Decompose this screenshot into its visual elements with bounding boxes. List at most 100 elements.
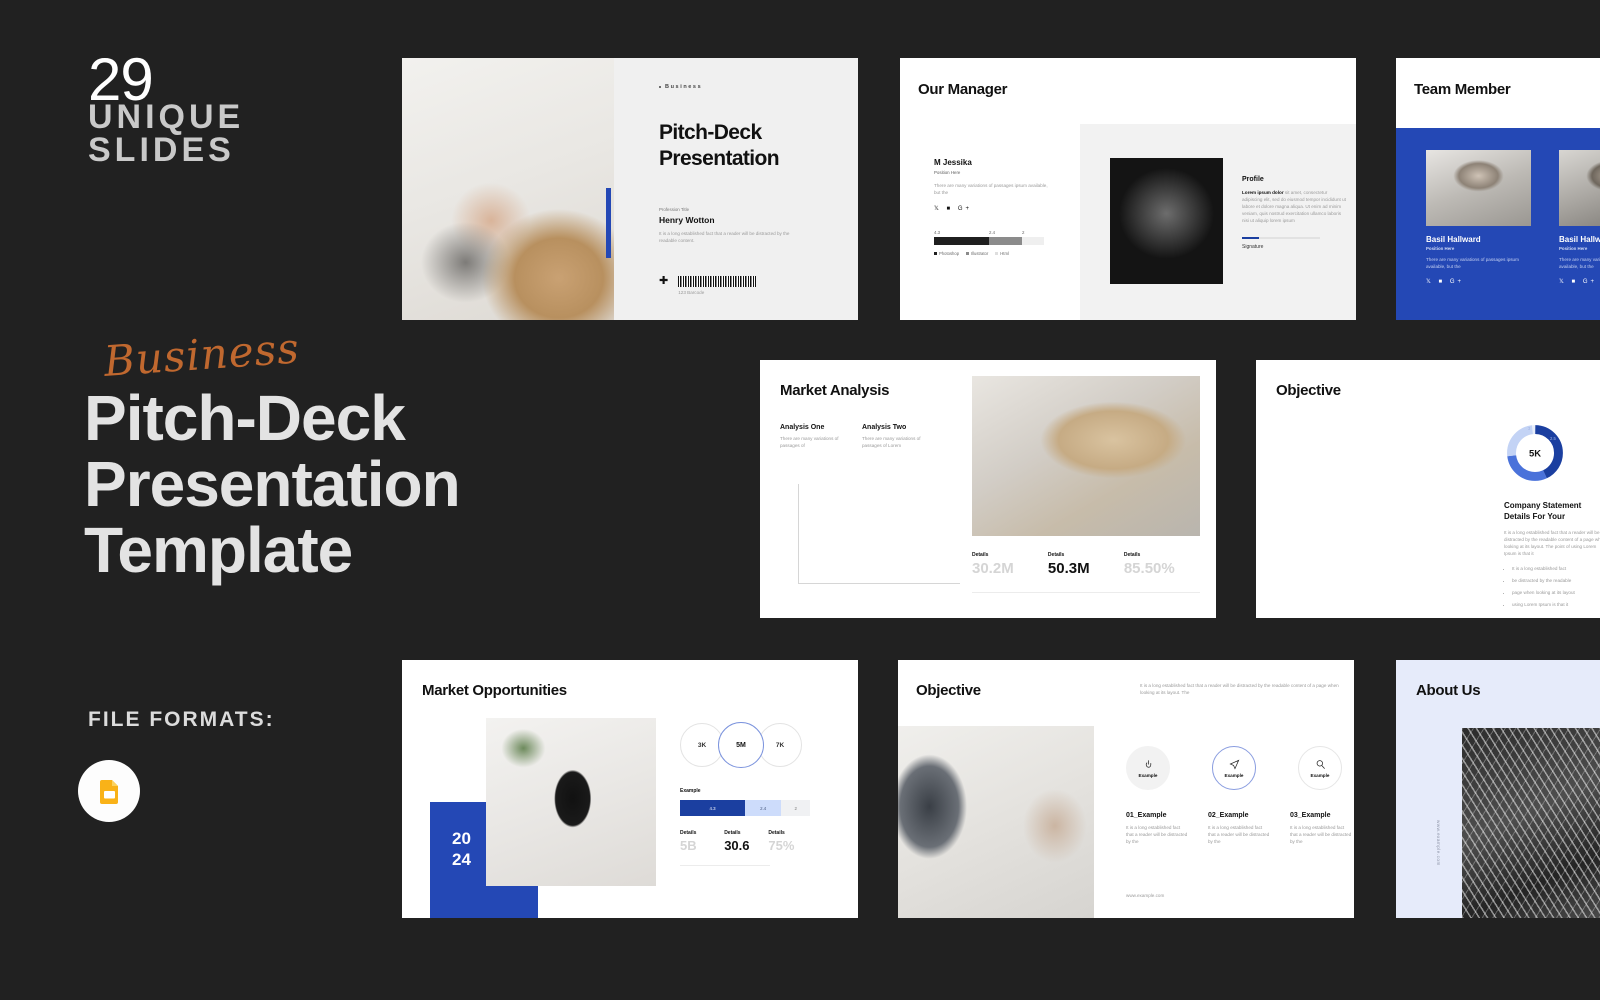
- twitter-icon[interactable]: 𝕏: [1426, 279, 1434, 285]
- twitter-icon[interactable]: 𝕏: [934, 206, 942, 212]
- cover-barcode-block: ✚ 123 Barcode: [659, 275, 757, 296]
- team-member-photo: [1559, 150, 1600, 226]
- detail-item-0: Details 5B: [680, 830, 724, 853]
- team-member-body-text: There are many variations of passages ip…: [1559, 257, 1600, 269]
- profile-body: Lorem ipsum dolor sit amet, consectetur …: [1242, 190, 1346, 223]
- twitter-icon[interactable]: 𝕏: [1559, 279, 1567, 285]
- slide-market-analysis[interactable]: Market Analysis Analysis One There are m…: [760, 360, 1216, 618]
- page-title-line3: Template: [84, 514, 353, 586]
- market-analysis-bar-chart: [780, 484, 960, 602]
- script-accent-word: Business: [102, 323, 301, 386]
- statement-line1: Company Statement: [1504, 501, 1582, 510]
- skill-segment-1: [989, 237, 1022, 245]
- google-plus-icon[interactable]: G+: [1450, 279, 1464, 285]
- detail-value: 5B: [680, 838, 697, 853]
- about-us-website-vertical: www.example.com: [1436, 820, 1441, 866]
- page-title-line2: Presentation: [84, 448, 461, 520]
- google-plus-icon[interactable]: G+: [1583, 279, 1597, 285]
- signature-track: [1242, 237, 1320, 239]
- our-manager-social-row[interactable]: 𝕏 ■ G+: [934, 205, 1054, 212]
- behance-icon[interactable]: ■: [947, 206, 954, 212]
- cover-title: Pitch-Deck Presentation: [659, 120, 780, 172]
- objective-donut-chart: 5K 3 2.5 4.3: [1504, 422, 1566, 489]
- opportunities-example-block: Example 4.3 2.4 2 Details 5B Details 30.…: [680, 788, 810, 866]
- donut-chart-icon: 5K: [1507, 425, 1563, 481]
- chart-y-axis: [780, 484, 796, 584]
- feature-circle-label: Example: [1224, 772, 1244, 778]
- example-label: Example: [680, 788, 701, 794]
- market-opportunities-title: Market Opportunities: [422, 682, 567, 699]
- statement-bullets: It is a long established fact be distrac…: [1504, 565, 1600, 608]
- cover-author-block: Profession Title Henry Wotton It is a lo…: [659, 206, 807, 244]
- detail-item-2: Details 85.50%: [1124, 552, 1200, 577]
- slide-team-member[interactable]: Team Member Basil Hallward Position Here…: [1396, 58, 1600, 320]
- feature-circle-2[interactable]: Example: [1298, 746, 1342, 790]
- detail-label: Details: [768, 830, 785, 836]
- year-line2: 24: [452, 850, 471, 869]
- bullet-0: It is a long established fact: [1512, 565, 1600, 572]
- about-us-photo: [1462, 728, 1600, 918]
- barcode-label: 123 Barcode: [678, 290, 705, 295]
- feature-circle-1[interactable]: Example: [1212, 746, 1256, 790]
- bullet-1: be distracted by the readable: [1512, 577, 1600, 584]
- cover-title-line1: Pitch-Deck: [659, 121, 762, 144]
- metric-circle-2[interactable]: 7K: [758, 723, 802, 767]
- plus-icon: ✚: [659, 275, 669, 287]
- skill-value-0: 4.3: [934, 230, 941, 235]
- statement-heading: Company Statement Details For Your: [1504, 500, 1600, 522]
- our-manager-portrait: [1110, 158, 1223, 284]
- google-slides-icon: [100, 780, 118, 804]
- bullet-2: page when looking at its layout: [1512, 589, 1600, 596]
- detail-item-0: Details 30.2M: [972, 552, 1048, 577]
- cover-role-label: Profession Title: [659, 207, 690, 212]
- feature-text-row: 01_Example It is a long established fact…: [1126, 812, 1352, 845]
- market-opportunities-photo: [486, 718, 656, 886]
- feature-circle-0[interactable]: Example: [1126, 746, 1170, 790]
- analysis-two-heading: Analysis Two: [862, 424, 907, 431]
- cover-title-line2: Presentation: [659, 147, 780, 170]
- slide-market-opportunities[interactable]: Market Opportunities 20 24 3K 5M 7K Exam…: [402, 660, 858, 918]
- donut-label-2: 4.3: [1548, 466, 1554, 471]
- team-member-card-0[interactable]: Basil Hallward Position Here There are m…: [1426, 150, 1531, 285]
- feature-text-1: 02_Example It is a long established fact…: [1208, 812, 1270, 845]
- team-member-body: Basil Hallward Position Here There are m…: [1396, 128, 1600, 320]
- year-line1: 20: [452, 829, 471, 848]
- team-member-social-row[interactable]: 𝕏 ■ G+: [1559, 278, 1600, 285]
- behance-icon[interactable]: ■: [1439, 279, 1446, 285]
- skill-legend: Photoshop Illustrator Html: [934, 251, 1044, 256]
- google-plus-icon[interactable]: G+: [958, 206, 972, 212]
- detail-label: Details: [972, 552, 989, 558]
- team-member-name: Basil Hallward: [1559, 235, 1600, 244]
- team-member-social-row[interactable]: 𝕏 ■ G+: [1426, 278, 1531, 285]
- objective-top-photo: [1276, 424, 1476, 604]
- slide-about-us[interactable]: About Us www.example.com: [1396, 660, 1600, 918]
- metric-circle-row[interactable]: 3K 5M 7K: [680, 722, 802, 768]
- statement-line2: Details For Your: [1504, 512, 1566, 521]
- our-manager-skill-bar: 4.3 2.4 2 Photoshop Illustrator Html: [934, 230, 1044, 256]
- page-title: Pitch-Deck Presentation Template: [84, 385, 461, 586]
- metric-circle-1[interactable]: 5M: [718, 722, 764, 768]
- skill-value-2: 2: [1022, 230, 1025, 235]
- paper-plane-icon: [1228, 759, 1239, 770]
- team-member-card-1[interactable]: Basil Hallward Position Here There are m…: [1559, 150, 1600, 285]
- slide-objective-top[interactable]: Objective 5K 3 2.5 4.3 Company Statement…: [1256, 360, 1600, 618]
- team-member-position: Position Here: [1559, 246, 1588, 251]
- behance-icon[interactable]: ■: [1572, 279, 1579, 285]
- feature-body: It is a long established fact that a rea…: [1290, 825, 1352, 844]
- opportunities-details: Details 5B Details 30.6 Details 75%: [680, 830, 810, 853]
- detail-label: Details: [1047, 552, 1065, 558]
- analysis-two-block: Analysis Two There are many variations o…: [862, 424, 934, 449]
- skill-bar-values: 4.3 2.4 2: [934, 230, 1044, 235]
- bullet-dot-icon: [659, 85, 661, 88]
- slide-objective-bottom[interactable]: Objective It is a long established fact …: [898, 660, 1354, 918]
- objective-bottom-website[interactable]: www.example.com: [1126, 892, 1164, 899]
- slide-cover[interactable]: Business Pitch-Deck Presentation Profess…: [402, 58, 858, 320]
- analysis-one-heading: Analysis One: [780, 424, 825, 431]
- our-manager-position: Position Here: [934, 170, 961, 175]
- feature-circle-row[interactable]: Example Example Example: [1126, 746, 1342, 790]
- google-slides-format-badge[interactable]: [78, 760, 140, 822]
- about-us-title: About Us: [1416, 682, 1481, 699]
- detail-item-2: Details 75%: [768, 830, 810, 853]
- detail-value: 50.3M: [1047, 560, 1090, 577]
- slide-our-manager[interactable]: Our Manager M Jessika Position Here Ther…: [900, 58, 1356, 320]
